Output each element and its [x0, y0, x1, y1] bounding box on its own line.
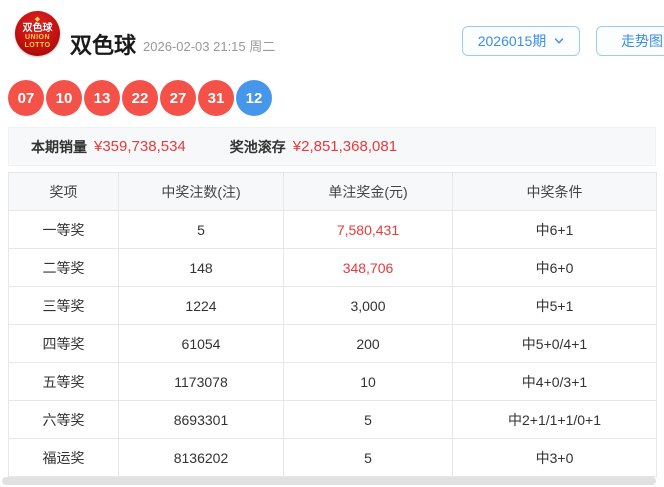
count-cell: 8136202 [118, 438, 284, 477]
page-header: ◆ 双色球 UNION LOTTO 双色球 2026-02-03 21:15 周… [0, 0, 664, 74]
table-row: 五等奖 1173078 10 中4+0/3+1 [8, 362, 657, 401]
page-title: 双色球 [70, 33, 137, 58]
amount-cell: 200 [283, 324, 453, 363]
table-row: 三等奖 1224 3,000 中5+1 [8, 286, 657, 325]
header-count: 中奖注数(注) [118, 172, 284, 211]
table-header-row: 奖项 中奖注数(注) 单注奖金(元) 中奖条件 [8, 172, 657, 211]
amount-cell: 5 [283, 438, 453, 477]
table-row: 四等奖 61054 200 中5+0/4+1 [8, 324, 657, 363]
red-ball: 31 [198, 80, 234, 116]
logo-text-union: UNION [24, 34, 51, 41]
chevron-down-icon [555, 38, 564, 44]
prize-cell: 三等奖 [8, 286, 119, 325]
pool-label: 奖池滚存 [229, 138, 286, 155]
amount-cell: 10 [283, 362, 453, 401]
table-row: 六等奖 8693301 5 中2+1/1+1/0+1 [8, 400, 657, 439]
red-ball: 10 [46, 80, 82, 116]
prize-cell: 二等奖 [8, 248, 119, 287]
winning-numbers: 07 10 13 22 27 31 12 [8, 80, 272, 116]
condition-cell: 中6+0 [452, 248, 657, 287]
amount-cell: 3,000 [283, 286, 453, 325]
sales-amount: ¥359,738,534 [94, 138, 186, 155]
count-cell: 5 [118, 210, 284, 249]
sales-label: 本期销量 [31, 138, 87, 155]
header-amount: 单注奖金(元) [283, 172, 453, 211]
red-ball: 27 [160, 80, 196, 116]
condition-cell: 中2+1/1+1/0+1 [452, 400, 657, 439]
condition-cell: 中5+1 [452, 286, 657, 325]
amount-cell: 7,580,431 [283, 210, 453, 249]
prize-table: 奖项 中奖注数(注) 单注奖金(元) 中奖条件 一等奖 5 7,580,431 … [8, 172, 657, 477]
count-cell: 8693301 [118, 400, 284, 439]
prize-cell: 一等奖 [8, 210, 119, 249]
condition-cell: 中3+0 [452, 438, 657, 477]
condition-cell: 中4+0/3+1 [452, 362, 657, 401]
red-ball: 13 [84, 80, 120, 116]
table-row: 一等奖 5 7,580,431 中6+1 [8, 210, 657, 249]
condition-cell: 中6+1 [452, 210, 657, 249]
pool-amount: ¥2,851,368,081 [292, 138, 398, 155]
sales-info-bar: 本期销量 ¥359,738,534 奖池滚存 ¥2,851,368,081 [8, 127, 656, 166]
trend-chart-button[interactable]: 走势图 [596, 26, 664, 56]
red-ball: 22 [122, 80, 158, 116]
trend-chart-button-label: 走势图 [621, 33, 663, 49]
prize-cell: 五等奖 [8, 362, 119, 401]
union-lotto-logo: ◆ 双色球 UNION LOTTO [15, 11, 60, 56]
condition-cell: 中5+0/4+1 [452, 324, 657, 363]
table-row: 二等奖 148 348,706 中6+0 [8, 248, 657, 287]
issue-selector-dropdown[interactable]: 2026015期 [462, 26, 580, 56]
logo-text-cn: 双色球 [22, 23, 53, 34]
table-row: 福运奖 8136202 5 中3+0 [8, 438, 657, 477]
blue-bonus-ball: 12 [236, 80, 272, 116]
header-prize: 奖项 [8, 172, 119, 211]
amount-cell: 5 [283, 400, 453, 439]
draw-datetime: 2026-02-03 21:15 周二 [143, 39, 276, 54]
prize-cell: 四等奖 [8, 324, 119, 363]
count-cell: 148 [118, 248, 284, 287]
count-cell: 61054 [118, 324, 284, 363]
pool-group: 奖池滚存 ¥2,851,368,081 [230, 137, 397, 157]
count-cell: 1173078 [118, 362, 284, 401]
issue-selector-label: 2026015期 [477, 33, 547, 49]
header-condition: 中奖条件 [452, 172, 657, 211]
prize-cell: 六等奖 [8, 400, 119, 439]
prize-cell: 福运奖 [8, 438, 119, 477]
count-cell: 1224 [118, 286, 284, 325]
logo-text-lotto: LOTTO [24, 42, 51, 49]
horizontal-scrollbar[interactable] [2, 477, 656, 485]
amount-cell: 348,706 [283, 248, 453, 287]
red-ball: 07 [8, 80, 44, 116]
